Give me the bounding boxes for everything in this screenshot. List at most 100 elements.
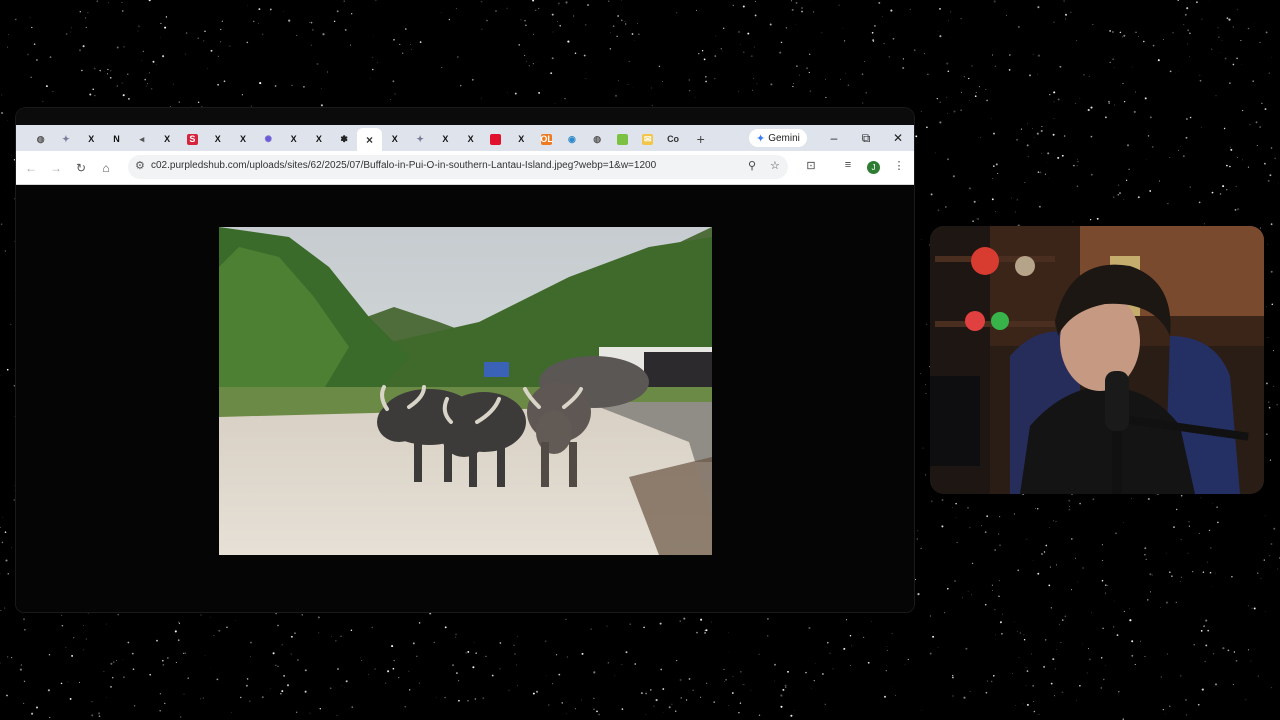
star-dot (410, 44, 412, 45)
star-dot (467, 650, 470, 653)
star-dot (1195, 1, 1198, 4)
tab[interactable]: S (180, 129, 205, 149)
close-window-icon[interactable]: ✕ (888, 129, 908, 147)
star-dot (960, 18, 962, 20)
star-dot (1101, 559, 1104, 562)
url-text[interactable]: c02.purpledshub.com/uploads/sites/62/202… (151, 160, 656, 171)
tab[interactable]: X (154, 129, 179, 149)
new-tab-button[interactable]: + (690, 131, 712, 147)
home-icon[interactable]: ⌂ (97, 159, 115, 177)
tab[interactable] (483, 129, 508, 149)
tab[interactable]: Co (660, 129, 685, 149)
tab[interactable]: X (458, 129, 483, 149)
star-dot (221, 20, 223, 22)
zoom-icon[interactable]: ⚲ (748, 159, 756, 172)
star-dot (290, 635, 293, 638)
tab[interactable]: OL (534, 129, 559, 149)
minimize-icon[interactable]: – (824, 129, 844, 147)
star-dot (1187, 29, 1189, 31)
star-dot (31, 26, 33, 29)
star-dot (1169, 157, 1171, 159)
star-dot (947, 20, 949, 22)
star-dot (259, 82, 262, 85)
star-dot (341, 685, 343, 686)
reading-list-icon[interactable]: ≡ (839, 159, 857, 171)
tab[interactable]: ◍ (585, 129, 610, 149)
google-lens-icon[interactable]: ⊡ (802, 159, 820, 172)
tab[interactable]: X (509, 129, 534, 149)
back-arrow-icon[interactable]: ← (22, 159, 40, 177)
restore-icon[interactable]: ⧉ (856, 129, 876, 147)
star-dot (805, 671, 807, 674)
menu-kebab-icon[interactable]: ⋮ (890, 159, 908, 172)
star-dot (758, 714, 761, 717)
orange-favicon-icon: OL (540, 133, 553, 145)
star-dot (976, 218, 978, 220)
tab[interactable]: X (230, 129, 255, 149)
tab[interactable]: ✽ (332, 129, 357, 149)
star-dot (993, 132, 995, 135)
star-dot (625, 23, 627, 25)
star-dot (1265, 306, 1267, 308)
tab[interactable]: X (306, 129, 331, 149)
tab[interactable]: ◍ (28, 129, 53, 149)
star-dot (1160, 676, 1162, 678)
star-dot (552, 31, 554, 33)
star-dot (825, 96, 827, 99)
star-dot (283, 675, 285, 677)
star-dot (750, 55, 753, 57)
star-dot (926, 323, 928, 325)
star-dot (705, 80, 707, 83)
star-dot (1113, 626, 1115, 628)
star-dot (555, 654, 558, 656)
tab[interactable] (610, 129, 635, 149)
site-settings-icon[interactable]: ⚙ (135, 159, 145, 172)
star-dot (1068, 508, 1071, 511)
star-dot (925, 474, 926, 476)
tab[interactable]: X (433, 129, 458, 149)
tab[interactable]: X (382, 129, 407, 149)
tab[interactable]: ✉ (635, 129, 660, 149)
tab[interactable]: ✦ (407, 129, 432, 149)
star-dot (995, 634, 997, 636)
star-dot (679, 678, 682, 682)
star-dot (152, 60, 155, 63)
star-dot (465, 652, 467, 654)
profile-avatar[interactable]: J (867, 161, 880, 174)
star-dot (584, 24, 587, 26)
star-dot (288, 19, 291, 22)
tab[interactable]: ◂ (129, 129, 154, 149)
star-dot (1221, 40, 1223, 41)
star-dot (226, 626, 228, 628)
star-dot (963, 76, 965, 78)
star-dot (1101, 579, 1104, 582)
star-dot (1200, 497, 1202, 499)
tab[interactable]: X (205, 129, 230, 149)
tab[interactable]: X (281, 129, 306, 149)
star-dot (952, 175, 955, 178)
star-dot (801, 10, 803, 13)
tab[interactable]: ◉ (559, 129, 584, 149)
star-dot (0, 609, 2, 612)
gemini-button[interactable]: ✦ Gemini (749, 129, 807, 147)
tab[interactable]: N (104, 129, 129, 149)
star-dot (1273, 385, 1275, 387)
star-dot (714, 55, 717, 58)
star-dot (907, 658, 909, 661)
tab[interactable]: ✦ (53, 129, 78, 149)
tab-active[interactable]: × (356, 128, 383, 152)
tab[interactable]: ✺ (256, 129, 281, 149)
tab[interactable]: X (79, 129, 104, 149)
forward-arrow-icon[interactable]: → (47, 159, 65, 177)
reload-icon[interactable]: ↻ (72, 159, 90, 177)
star-dot (722, 27, 725, 30)
star-dot (410, 49, 412, 50)
star-dot (992, 177, 993, 179)
bookmark-star-icon[interactable]: ☆ (770, 159, 780, 172)
address-bar[interactable]: ⚙ c02.purpledshub.com/uploads/sites/62/2… (128, 155, 788, 179)
globe-icon: ◍ (593, 133, 602, 144)
star-dot (1232, 63, 1235, 66)
close-icon[interactable]: × (364, 134, 375, 146)
star-dot (986, 680, 989, 682)
star-dot (567, 40, 570, 43)
